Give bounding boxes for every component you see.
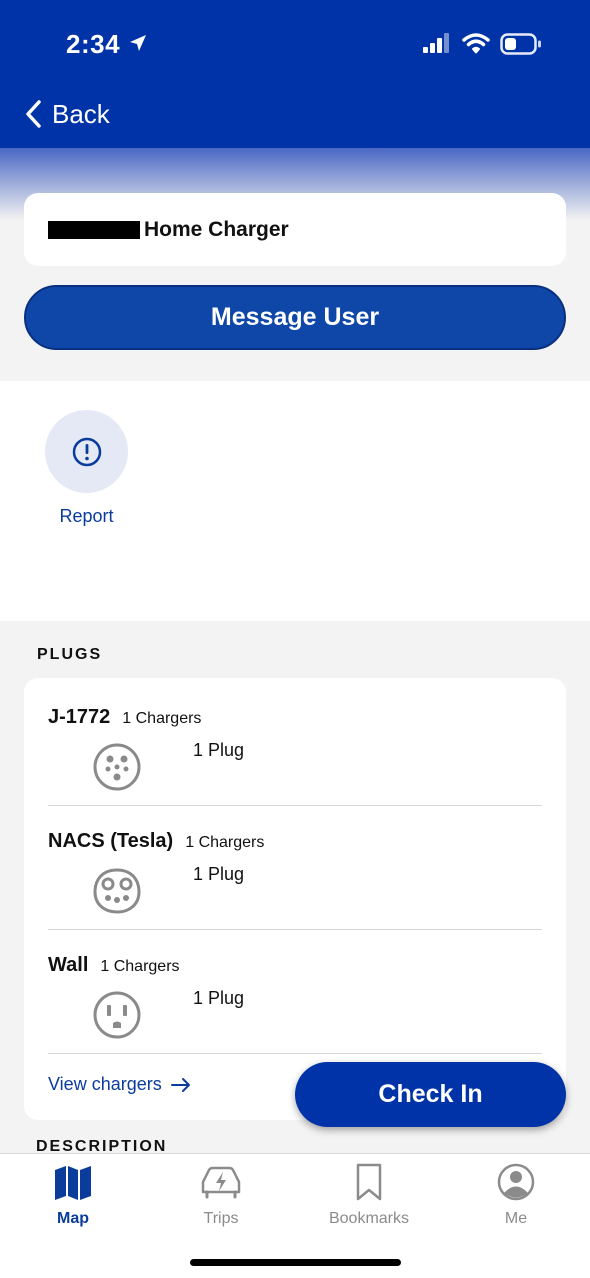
report-button[interactable] xyxy=(45,410,128,493)
tab-trips[interactable]: Trips xyxy=(161,1162,281,1228)
plug-quantity: 1 Plug xyxy=(193,864,245,884)
tab-map[interactable]: Map xyxy=(13,1162,133,1228)
nacs-plug-icon xyxy=(93,868,141,914)
wall-outlet-icon xyxy=(93,991,141,1039)
chevron-left-icon xyxy=(26,100,41,128)
plug-row-j1772[interactable]: J-1772 1 Chargers 1 Plug xyxy=(48,682,542,806)
wifi-icon xyxy=(462,33,490,54)
tab-bookmarks[interactable]: Bookmarks xyxy=(309,1162,429,1228)
profile-icon xyxy=(497,1163,535,1201)
plug-quantity: 1 Plug xyxy=(193,740,245,760)
cellular-signal-icon xyxy=(423,33,449,53)
check-in-button[interactable]: Check In xyxy=(295,1062,566,1127)
view-chargers-link[interactable]: View chargers xyxy=(48,1074,192,1095)
plug-charger-count: 1 Chargers xyxy=(100,958,180,975)
plugs-card: J-1772 1 Chargers 1 Plug NACS (Tesla) 1 … xyxy=(24,678,566,1120)
tab-label: Trips xyxy=(203,1210,239,1227)
back-label: Back xyxy=(52,98,110,129)
exclamation-circle-icon xyxy=(72,437,101,466)
j1772-plug-icon xyxy=(93,743,141,791)
plugs-section-title: PLUGS xyxy=(37,646,103,663)
tab-label: Bookmarks xyxy=(328,1210,410,1227)
plug-name: Wall xyxy=(48,954,89,976)
location-arrow-icon xyxy=(130,35,146,51)
arrow-right-icon xyxy=(170,1077,190,1092)
map-icon xyxy=(55,1166,91,1200)
home-indicator[interactable] xyxy=(190,1259,401,1266)
plug-row-wall[interactable]: Wall 1 Chargers 1 Plug xyxy=(48,930,542,1054)
plug-charger-count: 1 Chargers xyxy=(122,710,202,727)
tab-label: Me xyxy=(504,1210,528,1227)
plug-name: NACS (Tesla) xyxy=(48,830,174,852)
status-time: 2:34 xyxy=(66,29,121,59)
tab-me[interactable]: Me xyxy=(456,1162,576,1228)
actions-section: Report xyxy=(0,381,590,621)
top-bar: 2:34 Back xyxy=(0,0,590,148)
plug-quantity: 1 Plug xyxy=(193,988,245,1008)
back-button[interactable]: Back xyxy=(24,96,110,132)
tab-label: Map xyxy=(57,1210,89,1227)
view-chargers-label: View chargers xyxy=(48,1074,162,1094)
charger-name-card: Home Charger xyxy=(24,193,566,266)
car-charging-icon xyxy=(201,1166,241,1199)
plug-name: J-1772 xyxy=(48,706,111,728)
redacted-owner-name xyxy=(48,220,140,239)
bookmark-icon xyxy=(356,1163,382,1201)
plug-row-nacs[interactable]: NACS (Tesla) 1 Chargers 1 Plug xyxy=(48,806,542,930)
battery-icon xyxy=(500,33,541,55)
message-user-button[interactable]: Message User xyxy=(24,285,566,350)
plug-charger-count: 1 Chargers xyxy=(185,834,265,851)
report-label[interactable]: Report xyxy=(45,506,128,527)
charger-name: Home Charger xyxy=(144,217,289,241)
